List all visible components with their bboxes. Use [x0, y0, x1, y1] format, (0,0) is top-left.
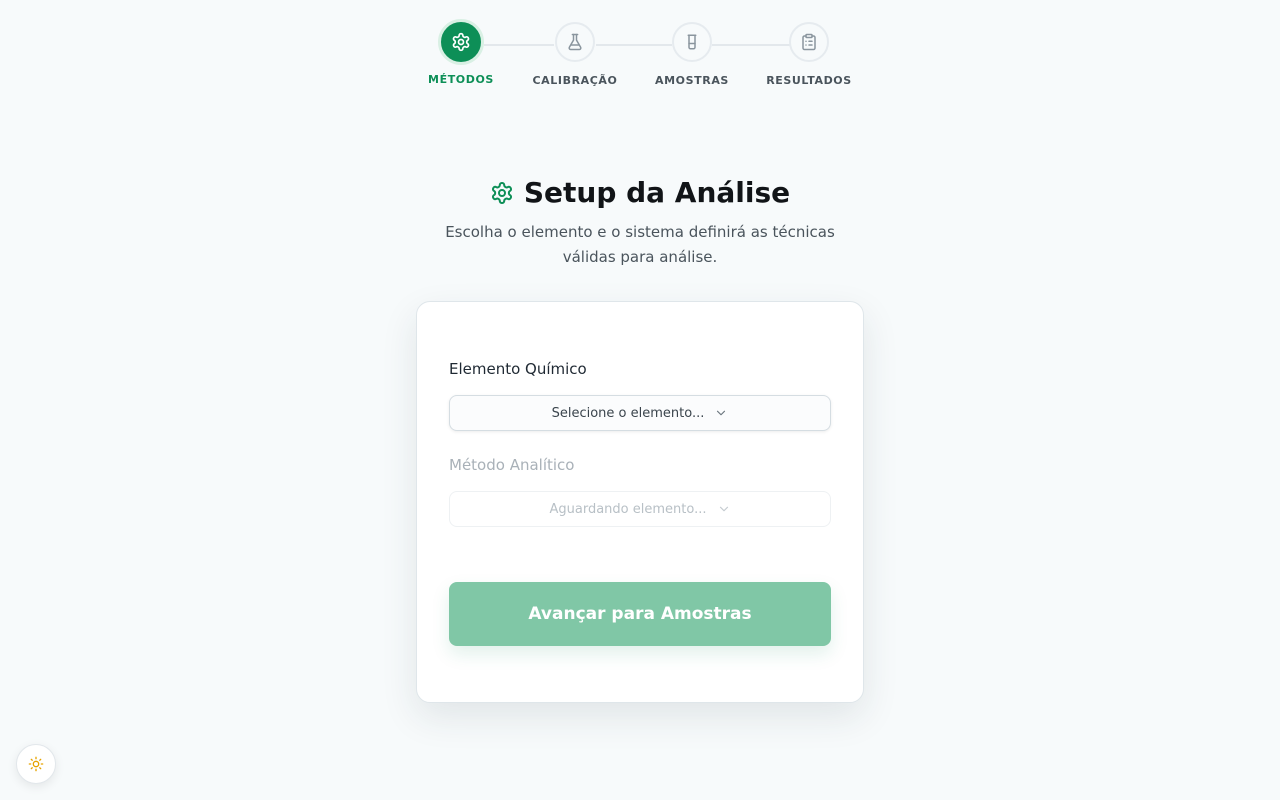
- chevron-down-icon: [717, 502, 731, 516]
- flask-icon: [555, 22, 595, 62]
- gear-icon: [438, 19, 484, 65]
- method-field-label: Método Analítico: [449, 456, 575, 474]
- step-calibracao[interactable]: CALIBRAÇÃO: [515, 22, 635, 87]
- advance-to-samples-button[interactable]: Avançar para Amostras: [449, 582, 831, 646]
- page-title: Setup da Análise: [523, 176, 791, 209]
- step-label: RESULTADOS: [766, 74, 852, 87]
- sun-icon: [28, 756, 44, 772]
- method-select-value: Aguardando elemento...: [549, 501, 707, 517]
- step-label: MÉTODOS: [428, 73, 494, 86]
- test-tube-icon: [672, 22, 712, 62]
- chevron-down-icon: [714, 406, 728, 420]
- progress-stepper: MÉTODOS CALIBRAÇÃO AMOSTRAS RESULTADOS: [0, 0, 1280, 100]
- gear-icon: [490, 181, 514, 205]
- step-resultados[interactable]: RESULTADOS: [749, 22, 869, 87]
- page-heading: Setup da Análise: [0, 176, 1280, 209]
- step-label: AMOSTRAS: [655, 74, 729, 87]
- theme-toggle-button[interactable]: [16, 744, 56, 784]
- element-select-value: Selecione o elemento...: [551, 405, 705, 421]
- step-label: CALIBRAÇÃO: [532, 74, 618, 87]
- clipboard-list-icon: [789, 22, 829, 62]
- page-subtitle: Escolha o elemento e o sistema definirá …: [445, 223, 835, 266]
- element-field-label: Elemento Químico: [449, 360, 587, 378]
- method-select[interactable]: Aguardando elemento...: [449, 491, 831, 527]
- setup-card: Elemento Químico Selecione o elemento...…: [416, 301, 864, 703]
- step-amostras[interactable]: AMOSTRAS: [632, 22, 752, 87]
- step-metodos[interactable]: MÉTODOS: [401, 19, 521, 86]
- element-select[interactable]: Selecione o elemento...: [449, 395, 831, 431]
